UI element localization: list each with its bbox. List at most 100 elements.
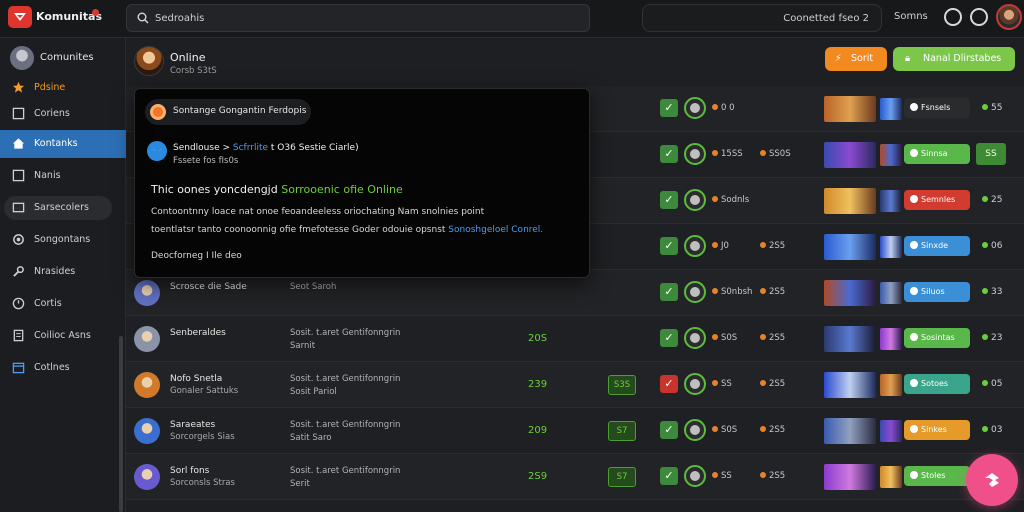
row-avatar[interactable]	[134, 372, 160, 398]
row-tag[interactable]: Sinxde	[904, 236, 970, 256]
sidebar-item-6[interactable]: Songontans	[0, 226, 126, 254]
table-row[interactable]: Sorl fons Sorconsls Stras Sosit. t.aret …	[126, 454, 1024, 500]
popup-chip[interactable]: Sontange Gongantin Ferdopis	[145, 99, 311, 125]
sidebar-scrollbar[interactable]	[119, 336, 123, 512]
row-badge[interactable]: S7	[608, 421, 636, 441]
row-stat-1: S0nbsh	[712, 287, 752, 297]
connection-status[interactable]: Coonetted fseo 2	[642, 4, 882, 32]
row-tag[interactable]: Sinnsa	[904, 144, 970, 164]
row-tag[interactable]: Semnles	[904, 190, 970, 210]
sidebar-avatar[interactable]	[10, 46, 34, 70]
row-name-sub: Gonaler Sattuks	[170, 386, 239, 396]
row-thumbnail[interactable]	[824, 418, 876, 444]
sidebar-item-label: Nanis	[34, 170, 61, 181]
row-thumbnail[interactable]	[824, 464, 876, 490]
row-thumbnail[interactable]	[824, 326, 876, 352]
row-thumbnail-small[interactable]	[880, 98, 902, 120]
row-stat-2: 2S5	[760, 471, 785, 481]
help-icon[interactable]	[970, 8, 988, 26]
sidebar-item-10[interactable]: Cotlnes	[0, 354, 126, 382]
row-badge[interactable]: S7	[608, 467, 636, 487]
sidebar-item-2[interactable]: Coriens	[0, 100, 126, 128]
row-name: Nofo Snetla	[170, 374, 223, 384]
row-stat-2: 2S5	[760, 379, 785, 389]
row-thumbnail[interactable]	[824, 372, 876, 398]
green-action-button[interactable]: 🔒︎ Nanal Dlirstabes	[893, 47, 1015, 71]
popup-link[interactable]: Sonoshgeloel Conrel.	[448, 225, 543, 235]
row-stat-2: SS0S	[760, 149, 791, 159]
row-tag[interactable]: Sinkes	[904, 420, 970, 440]
table-row[interactable]: Senberaldes Sosit. t.aret Gentifonngrin …	[126, 316, 1024, 362]
row-check-icon[interactable]: ✓	[660, 467, 678, 485]
row-thumbnail[interactable]	[824, 234, 876, 260]
row-thumbnail-small[interactable]	[880, 374, 902, 396]
search-icon	[137, 12, 149, 24]
bolt-icon: ⚡	[835, 53, 842, 64]
floating-action-button[interactable]	[966, 454, 1018, 506]
row-score: 2S9	[528, 471, 548, 482]
row-tag[interactable]: Fsnsels	[904, 98, 970, 118]
row-thumbnail-small[interactable]	[880, 144, 902, 166]
sidebar-item-label: Pdsine	[34, 82, 66, 93]
row-check-icon[interactable]: ✓	[660, 145, 678, 163]
row-thumbnail-small[interactable]	[880, 282, 902, 304]
row-thumbnail[interactable]	[824, 188, 876, 214]
user-avatar[interactable]	[996, 4, 1022, 30]
row-thumbnail[interactable]	[824, 96, 876, 122]
row-thumbnail-small[interactable]	[880, 420, 902, 442]
row-end-value[interactable]: SS	[976, 143, 1006, 165]
row-check-icon[interactable]: ✓	[660, 237, 678, 255]
page-subtitle: Corsb S3tS	[170, 66, 217, 76]
sidebar-item-9[interactable]: Coilioc Asns	[0, 322, 126, 350]
row-check-icon[interactable]: ✓	[660, 283, 678, 301]
row-avatar[interactable]	[134, 464, 160, 490]
row-stat-2: 2S5	[760, 333, 785, 343]
row-thumbnail-small[interactable]	[880, 466, 902, 488]
circle-icon	[150, 104, 166, 120]
row-thumbnail[interactable]	[824, 280, 876, 306]
row-stat-1: 0 0	[712, 103, 735, 113]
brand-logo-icon[interactable]	[8, 6, 32, 28]
sidebar-user-name: Comunites	[40, 52, 94, 63]
table-row[interactable]: Nofo Snetla Gonaler Sattuks Sosit. t.are…	[126, 362, 1024, 408]
channel-avatar[interactable]	[134, 46, 164, 76]
top-link[interactable]: Somns	[894, 11, 928, 22]
row-end-value: 33	[982, 287, 1002, 297]
sidebar-item-8[interactable]: Cortis	[0, 290, 126, 318]
row-badge[interactable]: S3S	[608, 375, 636, 395]
sidebar-item-label: Coriens	[34, 108, 70, 119]
row-description: Sosit. t.aret Gentifonngrin	[290, 328, 401, 338]
table-row[interactable]: Saraeates Sorcorgels Sias Sosit. t.aret …	[126, 408, 1024, 454]
row-tag[interactable]: Siluos	[904, 282, 970, 302]
row-check-icon[interactable]: ✓	[660, 375, 678, 393]
row-check-icon[interactable]: ✓	[660, 99, 678, 117]
sidebar-item-5[interactable]: Sarsecolers	[0, 194, 126, 222]
row-avatar[interactable]	[134, 326, 160, 352]
orange-action-button[interactable]: ⚡ Sorit	[825, 47, 887, 71]
sidebar-item-3[interactable]: Kontanks	[0, 130, 126, 158]
search-input[interactable]	[155, 10, 575, 27]
row-thumbnail-small[interactable]	[880, 328, 902, 350]
row-status-ring-icon	[684, 235, 706, 257]
search-box[interactable]	[126, 4, 590, 32]
row-tag[interactable]: Sosintas	[904, 328, 970, 348]
row-check-icon[interactable]: ✓	[660, 421, 678, 439]
row-stat-1: 15SS	[712, 149, 743, 159]
row-stat-1: Sodnls	[712, 195, 749, 205]
row-thumbnail-small[interactable]	[880, 190, 902, 212]
row-check-icon[interactable]: ✓	[660, 191, 678, 209]
row-thumbnail-small[interactable]	[880, 236, 902, 258]
sidebar-item-online[interactable]: Pdsine	[0, 74, 126, 102]
sidebar-item-7[interactable]: Nrasides	[0, 258, 126, 286]
row-thumbnail[interactable]	[824, 142, 876, 168]
row-check-icon[interactable]: ✓	[660, 329, 678, 347]
sidebar-item-4[interactable]: Nanis	[0, 162, 126, 190]
row-status-ring-icon	[684, 373, 706, 395]
row-avatar[interactable]	[134, 280, 160, 306]
row-tag[interactable]: Stoles	[904, 466, 970, 486]
notification-dot-icon	[92, 9, 99, 16]
row-tag[interactable]: Sotoes	[904, 374, 970, 394]
row-avatar[interactable]	[134, 418, 160, 444]
globe-icon[interactable]	[944, 8, 962, 26]
calendar-icon	[12, 362, 25, 374]
